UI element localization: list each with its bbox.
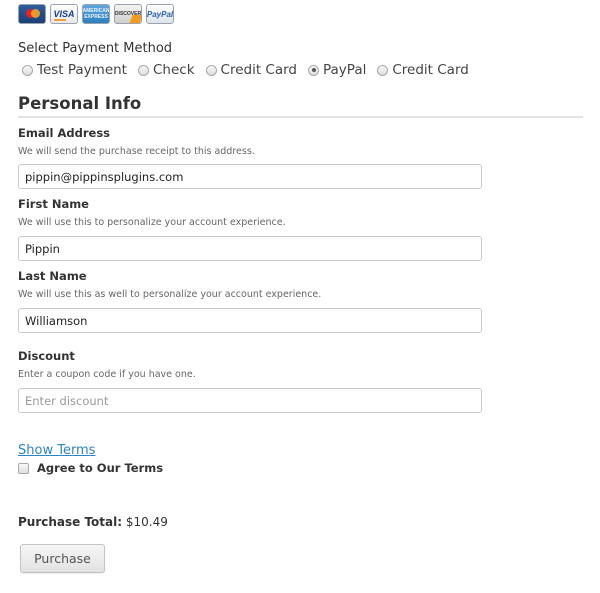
payment-option-label: Check [152, 62, 195, 78]
payment-option-check[interactable]: Check [137, 62, 195, 78]
discount-field[interactable] [18, 388, 482, 413]
payment-method-label: Select Payment Method [18, 41, 173, 56]
purchase-total-label: Purchase Total: [18, 515, 123, 529]
email-label: Email Address [18, 126, 111, 140]
radio-button-selected[interactable] [308, 64, 319, 76]
email-field[interactable] [18, 164, 482, 189]
first-name-label: First Name [18, 197, 89, 211]
payment-option-label: Test Payment [37, 62, 127, 78]
email-description: We will send the purchase receipt to thi… [18, 146, 255, 157]
payment-option-label: PayPal [323, 62, 367, 78]
payment-option-test-payment[interactable]: Test Payment [22, 62, 127, 78]
discover-icon: DISCOVER [114, 4, 142, 24]
section-title-personal-info: Personal Info [18, 94, 142, 113]
paypal-icon: PayPal [146, 4, 174, 24]
payment-method-group: Test Payment Check Credit Card PayPal Cr… [22, 62, 480, 78]
payment-option-credit-card[interactable]: Credit Card [205, 62, 297, 78]
section-divider [18, 116, 583, 118]
discount-description: Enter a coupon code if you have one. [18, 369, 196, 380]
payment-option-label: Credit Card [220, 62, 297, 78]
agree-terms-label: Agree to Our Terms [37, 461, 164, 475]
radio-button[interactable] [377, 64, 389, 76]
show-terms-link[interactable]: Show Terms [18, 443, 96, 458]
agree-terms[interactable]: Agree to Our Terms [18, 461, 163, 475]
payment-option-label: Credit Card [392, 62, 469, 78]
accepted-cards: VISA AMERICAN EXPRESS DISCOVER PayPal [18, 4, 174, 24]
purchase-total: Purchase Total: $10.49 [18, 515, 168, 529]
first-name-description: We will use this to personalize your acc… [18, 217, 286, 228]
last-name-label: Last Name [18, 269, 87, 283]
agree-terms-checkbox[interactable] [18, 462, 29, 474]
radio-button[interactable] [22, 64, 33, 76]
radio-button[interactable] [137, 64, 149, 76]
radio-button[interactable] [205, 64, 217, 76]
amex-icon: AMERICAN EXPRESS [82, 4, 110, 24]
payment-option-credit-card-2[interactable]: Credit Card [377, 62, 469, 78]
mastercard-icon [18, 4, 46, 24]
payment-option-paypal[interactable]: PayPal [308, 62, 366, 78]
last-name-description: We will use this as well to personalize … [18, 289, 322, 300]
last-name-field[interactable] [18, 308, 482, 333]
first-name-field[interactable] [18, 236, 482, 261]
purchase-total-value: $10.49 [125, 515, 168, 529]
discount-label: Discount [18, 349, 75, 363]
visa-icon: VISA [50, 4, 78, 24]
purchase-button[interactable]: Purchase [20, 544, 105, 573]
